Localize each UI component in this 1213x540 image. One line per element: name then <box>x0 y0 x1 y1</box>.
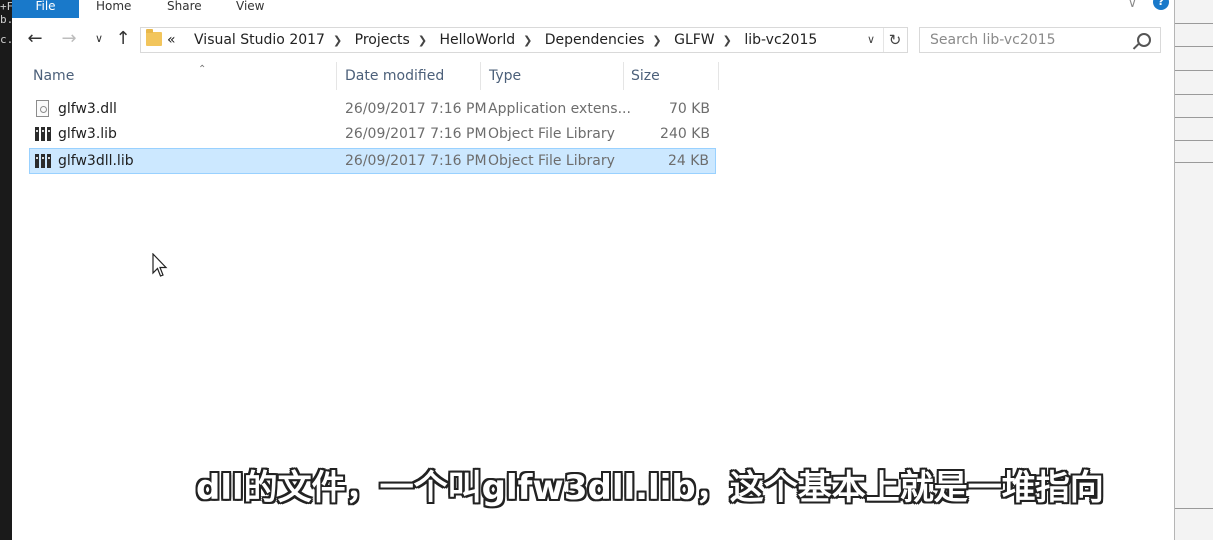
folder-icon <box>146 29 162 46</box>
video-subtitle: dll的文件，一个叫glfw3dll.lib，这个基本上就是一堆指向 <box>196 468 1104 508</box>
column-headers: Name ⌃ Date modified Type Size <box>12 62 1174 90</box>
tab-file[interactable]: File <box>12 0 79 18</box>
breadcrumb-overflow[interactable]: « <box>167 28 176 52</box>
breadcrumb-item[interactable]: Projects <box>355 28 410 52</box>
column-type[interactable]: Type <box>489 62 521 90</box>
file-size: 24 KB <box>667 153 709 169</box>
file-type: Object File Library <box>488 126 615 142</box>
refresh-icon[interactable]: ↻ <box>883 28 906 52</box>
file-type: Object File Library <box>488 153 615 169</box>
chevron-right-icon[interactable]: ❯ <box>523 29 532 53</box>
search-input[interactable]: Search lib-vc2015 <box>919 27 1161 53</box>
file-date: 26/09/2017 7:16 PM <box>345 101 487 117</box>
file-size: 70 KB <box>668 101 710 117</box>
tab-view[interactable]: View <box>236 0 264 18</box>
file-date: 26/09/2017 7:16 PM <box>345 153 487 169</box>
tab-home[interactable]: Home <box>96 0 131 18</box>
column-size[interactable]: Size <box>631 62 660 90</box>
chevron-right-icon[interactable]: ❯ <box>723 29 732 53</box>
file-type: Application extens... <box>488 101 631 117</box>
file-date: 26/09/2017 7:16 PM <box>345 126 487 142</box>
search-icon[interactable] <box>1137 33 1151 47</box>
tab-share[interactable]: Share <box>167 0 202 18</box>
column-name-label: Name <box>33 68 75 84</box>
file-name: glfw3.lib <box>58 126 117 142</box>
breadcrumb-item[interactable]: Visual Studio 2017 <box>194 28 325 52</box>
sort-up-icon: ⌃ <box>198 64 207 75</box>
terminal-line: b.c <box>0 13 12 26</box>
help-icon[interactable]: ? <box>1153 0 1169 10</box>
breadcrumb-item[interactable]: lib-vc2015 <box>744 28 817 52</box>
column-date-modified[interactable]: Date modified <box>345 62 444 90</box>
file-row[interactable]: glfw3.dll 26/09/2017 7:16 PM Application… <box>30 97 716 121</box>
terminal-line: +F <box>0 0 12 13</box>
file-name: glfw3dll.lib <box>58 153 134 169</box>
column-name[interactable]: Name ⌃ <box>33 62 333 90</box>
chevron-down-icon[interactable]: ∨ <box>861 28 881 52</box>
dll-file-icon <box>36 100 49 117</box>
arrow-up-icon[interactable]: ↑ <box>112 27 134 51</box>
breadcrumb-item[interactable]: GLFW <box>674 28 715 52</box>
breadcrumb-item[interactable]: HelloWorld <box>440 28 516 52</box>
file-size: 240 KB <box>660 126 710 142</box>
breadcrumb-item[interactable]: Dependencies <box>545 28 645 52</box>
chevron-down-icon[interactable]: ∨ <box>1128 0 1137 10</box>
arrow-right-icon[interactable]: → <box>58 27 80 51</box>
address-bar[interactable]: « Visual Studio 2017 ❯ Projects ❯ HelloWor… <box>140 27 908 53</box>
file-row-selected[interactable]: glfw3dll.lib 26/09/2017 7:16 PM Object F… <box>29 148 716 174</box>
lib-file-icon <box>35 127 52 141</box>
file-row[interactable]: glfw3.lib 26/09/2017 7:16 PM Object File… <box>30 122 716 146</box>
chevron-right-icon[interactable]: ❯ <box>418 29 427 53</box>
navigation-bar: ← → ∨ ↑ « Visual Studio 2017 ❯ Projects ❯ … <box>12 24 1174 54</box>
search-placeholder: Search lib-vc2015 <box>930 32 1056 48</box>
background-terminal: +F b.c c.c <box>0 0 12 540</box>
lib-file-icon <box>35 154 52 168</box>
ribbon-tabs: File Home Share View ∨ ? <box>12 0 1174 18</box>
chevron-right-icon[interactable]: ❯ <box>333 29 342 53</box>
file-name: glfw3.dll <box>58 101 117 117</box>
mouse-cursor-icon <box>152 253 168 277</box>
breadcrumb: « Visual Studio 2017 ❯ Projects ❯ HelloWor… <box>167 28 817 52</box>
file-explorer-window: File Home Share View ∨ ? ← → ∨ ↑ « Visua… <box>12 0 1175 540</box>
chevron-down-icon[interactable]: ∨ <box>88 27 110 51</box>
background-window <box>1174 0 1213 540</box>
chevron-right-icon[interactable]: ❯ <box>652 29 661 53</box>
arrow-left-icon[interactable]: ← <box>24 27 46 51</box>
terminal-line: c.c <box>0 33 12 46</box>
